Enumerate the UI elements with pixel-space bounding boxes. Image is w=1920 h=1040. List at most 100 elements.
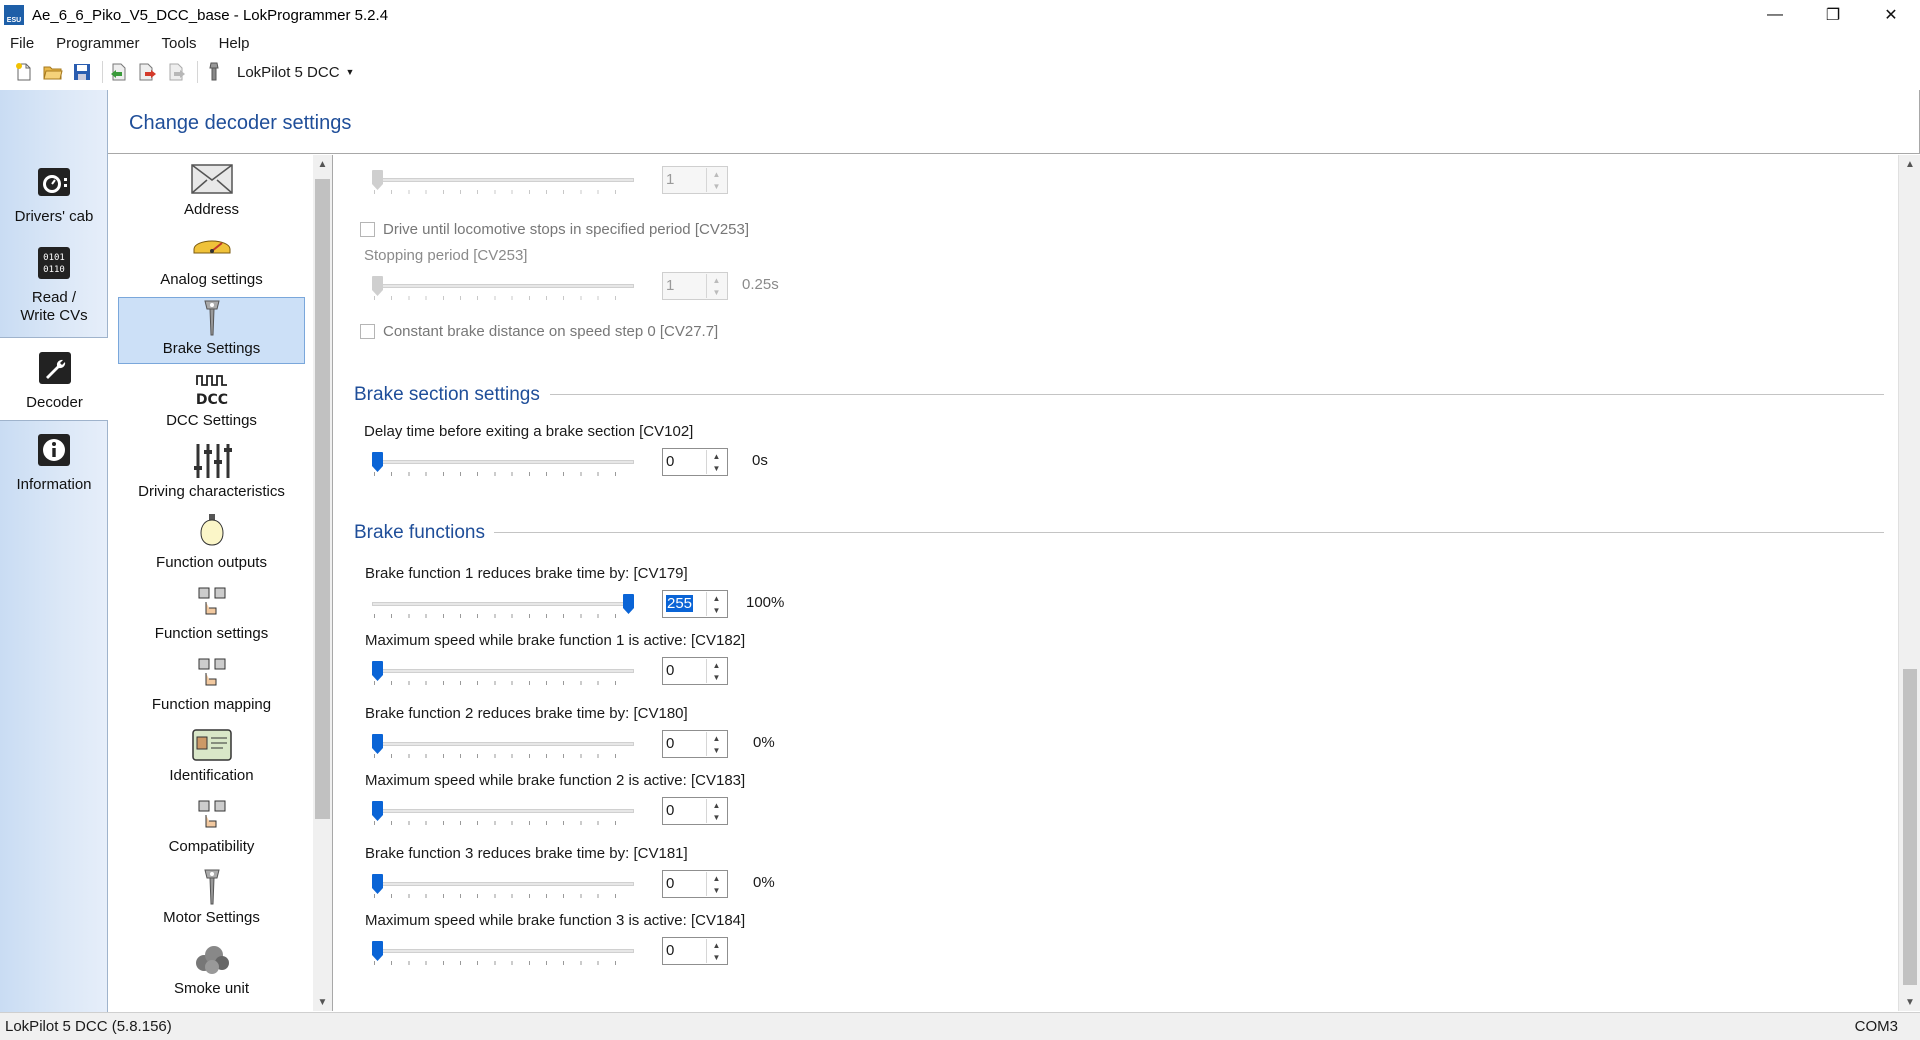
nav-decoder[interactable]: Decoder: [0, 337, 109, 421]
spinbox-value: 1: [666, 277, 675, 294]
spin-down-icon[interactable]: ▼: [707, 671, 726, 683]
max-speed-bf3-spinbox[interactable]: 0 ▲ ▼: [662, 937, 728, 965]
menu-programmer[interactable]: Programmer: [56, 35, 139, 52]
spin-up-icon[interactable]: ▲: [707, 799, 726, 811]
top-partial-slider[interactable]: [368, 169, 638, 199]
menu-tools[interactable]: Tools: [162, 35, 197, 52]
spin-up-icon[interactable]: ▲: [707, 274, 726, 286]
spinbox-buttons[interactable]: ▲ ▼: [706, 659, 726, 683]
checkbox-box[interactable]: [360, 324, 375, 339]
slider-thumb[interactable]: [372, 661, 383, 681]
spin-down-icon[interactable]: ▼: [707, 884, 726, 896]
spin-up-icon[interactable]: ▲: [707, 939, 726, 951]
slider-thumb[interactable]: [372, 452, 383, 472]
top-partial-spinbox[interactable]: 1 ▲ ▼: [662, 166, 728, 194]
spinbox-buttons[interactable]: ▲ ▼: [706, 592, 726, 616]
scrollbar-thumb[interactable]: [315, 179, 330, 819]
delay-time-spinbox[interactable]: 0 ▲ ▼: [662, 448, 728, 476]
restore-icon[interactable]: ❐: [1804, 0, 1862, 30]
category-compatibility[interactable]: Compatibility: [118, 794, 305, 861]
drive-until-stop-checkbox[interactable]: Drive until locomotive stops in specifie…: [360, 221, 749, 238]
category-address[interactable]: Address: [118, 157, 305, 224]
spin-up-icon[interactable]: ▲: [707, 659, 726, 671]
spinbox-buttons[interactable]: ▲ ▼: [706, 939, 726, 963]
spin-down-icon[interactable]: ▼: [707, 951, 726, 963]
category-function-mapping[interactable]: Function mapping: [118, 652, 305, 719]
spinbox-buttons[interactable]: ▲ ▼: [706, 732, 726, 756]
slider-thumb[interactable]: [372, 734, 383, 754]
scrollbar-thumb[interactable]: [1903, 669, 1917, 985]
category-driving-characteristics[interactable]: Driving characteristics: [118, 439, 305, 506]
spinbox-buttons[interactable]: ▲ ▼: [706, 274, 726, 298]
delay-time-slider[interactable]: [368, 451, 638, 481]
spin-up-icon[interactable]: ▲: [707, 872, 726, 884]
scroll-up-icon[interactable]: ▲: [313, 155, 332, 173]
open-folder-icon[interactable]: [43, 62, 63, 82]
spin-down-icon[interactable]: ▼: [707, 744, 726, 756]
spin-up-icon[interactable]: ▲: [707, 168, 726, 180]
brake-function-1-spinbox[interactable]: 255 ▲ ▼: [662, 590, 728, 618]
spin-down-icon[interactable]: ▼: [707, 811, 726, 823]
scroll-up-icon[interactable]: ▲: [1899, 155, 1920, 173]
read-decoder-icon[interactable]: [109, 62, 129, 82]
max-speed-bf1-slider[interactable]: [368, 660, 638, 690]
brake-function-1-slider[interactable]: [368, 593, 638, 623]
constant-brake-checkbox[interactable]: Constant brake distance on speed step 0 …: [360, 323, 718, 340]
decoder-tool-icon[interactable]: [204, 62, 224, 82]
scroll-down-icon[interactable]: ▼: [313, 993, 332, 1011]
category-identification[interactable]: Identification: [118, 723, 305, 790]
spin-down-icon[interactable]: ▼: [707, 604, 726, 616]
spinbox-buttons[interactable]: ▲ ▼: [706, 799, 726, 823]
spin-up-icon[interactable]: ▲: [707, 732, 726, 744]
spinbox-buttons[interactable]: ▲ ▼: [706, 872, 726, 896]
category-scrollbar[interactable]: ▲ ▼: [313, 155, 332, 1011]
nav-read-write-cvs[interactable]: 0101 0110 Read / Write CVs: [0, 243, 108, 325]
content-scrollbar[interactable]: ▲ ▼: [1898, 155, 1920, 1011]
spinbox-value[interactable]: 255: [666, 595, 694, 612]
save-icon[interactable]: [72, 62, 92, 82]
category-motor-settings[interactable]: Motor Settings: [118, 865, 305, 932]
spin-down-icon[interactable]: ▼: [707, 462, 726, 474]
category-dcc-settings[interactable]: DCC DCC Settings: [118, 368, 305, 435]
category-function-settings[interactable]: Function settings: [118, 581, 305, 648]
slider-thumb[interactable]: [623, 594, 634, 614]
stopping-period-slider[interactable]: [368, 275, 638, 305]
write-decoder-icon[interactable]: [138, 62, 158, 82]
menu-file[interactable]: File: [10, 35, 34, 52]
slider-thumb[interactable]: [372, 276, 383, 296]
toolbar: LokPilot 5 DCC ▼: [0, 56, 1920, 88]
menu-help[interactable]: Help: [219, 35, 250, 52]
brake-function-3-slider[interactable]: [368, 873, 638, 903]
max-speed-bf2-spinbox[interactable]: 0 ▲ ▼: [662, 797, 728, 825]
close-icon[interactable]: ✕: [1862, 0, 1920, 30]
spinbox-buttons[interactable]: ▲ ▼: [706, 168, 726, 192]
checkbox-box[interactable]: [360, 222, 375, 237]
brake-function-2-spinbox[interactable]: 0 ▲ ▼: [662, 730, 728, 758]
spinbox-buttons[interactable]: ▲ ▼: [706, 450, 726, 474]
brake-function-2-slider[interactable]: [368, 733, 638, 763]
spin-up-icon[interactable]: ▲: [707, 450, 726, 462]
spin-up-icon[interactable]: ▲: [707, 592, 726, 604]
nav-information[interactable]: Information: [0, 430, 108, 493]
flash-decoder-icon[interactable]: [167, 62, 187, 82]
slider-thumb[interactable]: [372, 941, 383, 961]
spin-down-icon[interactable]: ▼: [707, 286, 726, 298]
decoder-type-select[interactable]: LokPilot 5 DCC ▼: [237, 64, 354, 81]
new-file-icon[interactable]: [14, 62, 34, 82]
scroll-down-icon[interactable]: ▼: [1899, 993, 1920, 1011]
slider-thumb[interactable]: [372, 801, 383, 821]
max-speed-bf3-slider[interactable]: [368, 940, 638, 970]
category-smoke-unit[interactable]: Smoke unit: [118, 936, 305, 1003]
max-speed-bf1-spinbox[interactable]: 0 ▲ ▼: [662, 657, 728, 685]
slider-thumb[interactable]: [372, 874, 383, 894]
slider-thumb[interactable]: [372, 170, 383, 190]
category-brake-settings[interactable]: Brake Settings: [118, 297, 305, 364]
category-function-outputs[interactable]: Function outputs: [118, 510, 305, 577]
spin-down-icon[interactable]: ▼: [707, 180, 726, 192]
minimize-icon[interactable]: —: [1746, 0, 1804, 30]
brake-function-3-spinbox[interactable]: 0 ▲ ▼: [662, 870, 728, 898]
category-analog-settings[interactable]: Analog settings: [118, 227, 305, 294]
nav-drivers-cab[interactable]: Drivers' cab: [0, 162, 108, 225]
stopping-period-spinbox[interactable]: 1 ▲ ▼: [662, 272, 728, 300]
max-speed-bf2-slider[interactable]: [368, 800, 638, 830]
